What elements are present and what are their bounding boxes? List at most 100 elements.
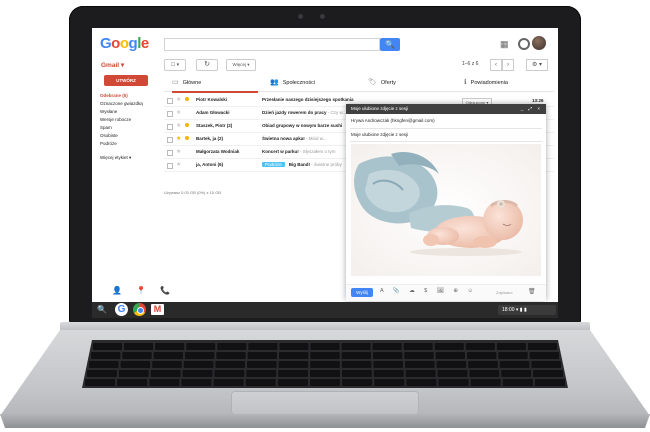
key xyxy=(87,370,117,377)
settings-button[interactable]: ⚙ ▾ xyxy=(526,59,548,71)
tab-2[interactable]: 🏷 Oferty xyxy=(368,75,454,91)
row-checkbox[interactable] xyxy=(167,111,173,117)
star-icon[interactable]: ★ xyxy=(176,120,181,132)
key xyxy=(404,352,434,359)
google-logo[interactable]: Google xyxy=(100,35,149,52)
key xyxy=(124,343,154,350)
search-input[interactable] xyxy=(164,38,380,51)
search-button[interactable]: 🔍 xyxy=(380,38,400,51)
avatar[interactable] xyxy=(532,36,546,50)
importance-icon[interactable] xyxy=(185,162,189,166)
key xyxy=(465,343,495,350)
select-all-button[interactable]: ☐ ▾ xyxy=(164,59,186,71)
tab-icon: 🏷 xyxy=(368,79,377,86)
row-checkbox[interactable] xyxy=(167,137,173,143)
sidebar-item[interactable]: Spam xyxy=(100,124,162,132)
more-button[interactable]: Więcej ▾ xyxy=(226,59,256,71)
trackpad[interactable] xyxy=(232,392,418,414)
refresh-button[interactable]: ↻ xyxy=(196,59,218,71)
logo-letter: g xyxy=(128,35,138,52)
send-button[interactable]: Wyślij xyxy=(351,288,373,297)
prev-page-button[interactable]: ‹ xyxy=(490,59,502,71)
row-subject: Świetna nowa apka! - Miód w... xyxy=(262,133,327,145)
subject-text: Świetna nowa apka! xyxy=(262,136,305,141)
compose-button[interactable]: UTWÓRZ xyxy=(104,75,148,86)
key xyxy=(342,379,373,386)
camera-icon xyxy=(298,14,303,19)
gmail-app-icon[interactable]: M xyxy=(151,304,164,315)
compose-header[interactable]: Moje ulubione zdjęcie z sesji _ ⤢ × xyxy=(346,104,546,114)
launcher-search-icon[interactable]: 🔍 xyxy=(97,305,107,314)
row-subject: Dzień jazdy rowerem do pracy - Czy w... xyxy=(262,107,346,119)
key xyxy=(85,379,116,386)
row-sender: Małgorzata Wodniak xyxy=(196,149,240,154)
apps-grid-icon[interactable]: ▦ xyxy=(500,39,509,50)
sidebar-item[interactable]: Podróże xyxy=(100,140,162,148)
key xyxy=(372,343,402,350)
to-field[interactable]: Hrywa Androwczak (hkngfen@gmail.com) xyxy=(351,118,435,123)
importance-icon[interactable] xyxy=(185,136,189,140)
divider xyxy=(350,128,542,129)
snippet-text: - Czy w... xyxy=(326,110,347,115)
next-page-button[interactable]: › xyxy=(502,59,514,71)
tab-icon: ℹ xyxy=(464,79,467,86)
sidebar-item[interactable]: Osobiste xyxy=(100,132,162,140)
importance-icon[interactable] xyxy=(185,149,189,153)
tab-0[interactable]: ▭ Główne xyxy=(172,75,258,93)
importance-icon[interactable] xyxy=(185,123,189,127)
google-app-icon[interactable]: G xyxy=(115,303,128,316)
divider xyxy=(350,141,542,142)
sidebar-item[interactable]: Odebrane (5) xyxy=(100,92,162,100)
tab-icon: 👥 xyxy=(270,79,279,86)
importance-icon[interactable] xyxy=(185,97,189,101)
key xyxy=(215,361,245,368)
key xyxy=(470,379,501,386)
sidebar-item[interactable]: Wysłane xyxy=(100,108,162,116)
importance-icon[interactable] xyxy=(185,110,189,114)
gmail-menu[interactable]: Gmail ▾ xyxy=(101,61,124,69)
key xyxy=(93,343,123,350)
sidebar-item[interactable]: Wersje robocze xyxy=(100,116,162,124)
key xyxy=(310,361,340,368)
star-icon[interactable]: ★ xyxy=(176,107,181,119)
key xyxy=(245,379,276,386)
subject-text: Obiad grupowy w nowym barze sushi xyxy=(262,123,343,128)
tab-3[interactable]: ℹ Powiadomienia xyxy=(464,75,550,91)
star-icon[interactable]: ★ xyxy=(176,94,181,106)
key xyxy=(469,370,500,377)
key xyxy=(341,352,371,359)
row-checkbox[interactable] xyxy=(167,124,173,130)
row-checkbox[interactable] xyxy=(167,163,173,169)
sidebar: Odebrane (5) Oznaczone gwiazdką Wysłane Wer… xyxy=(100,92,162,162)
star-icon[interactable]: ★ xyxy=(176,146,181,158)
trash-icon[interactable]: 🗑 xyxy=(528,288,536,295)
star-icon[interactable]: ★ xyxy=(176,133,181,145)
sidebar-item[interactable]: Oznaczone gwiazdką xyxy=(100,100,162,108)
row-subject: Przesłanie naszego dzisiejszego spotkani… xyxy=(262,94,354,106)
sidebar-item[interactable]: Więcej etykiet ▾ xyxy=(100,154,162,162)
star-icon[interactable]: ★ xyxy=(176,159,181,171)
key xyxy=(438,379,469,386)
sidebar-bottom-icons[interactable]: 👤 📍 📞 xyxy=(112,286,176,295)
key xyxy=(182,370,213,377)
key xyxy=(279,343,309,350)
key xyxy=(217,343,247,350)
key xyxy=(247,352,277,359)
key xyxy=(153,352,183,359)
snippet-text: - Miód w... xyxy=(304,136,327,141)
keyboard xyxy=(82,340,568,388)
window-controls-icon[interactable]: _ ⤢ × xyxy=(521,104,542,114)
key xyxy=(310,343,340,350)
row-checkbox[interactable] xyxy=(167,150,173,156)
formatting-icons[interactable]: A 📎 ☁ $ 🖼 ⊕ ☺ xyxy=(380,288,477,294)
tab-1[interactable]: 👥 Społeczności xyxy=(270,75,356,91)
compose-title: Moje ulubione zdjęcie z sesji xyxy=(351,106,409,111)
key xyxy=(498,352,528,359)
system-tray[interactable]: 18:00 ▾ ▮ ▮ xyxy=(498,305,556,315)
subject-field[interactable]: Moje ulubione zdjęcie z sesji xyxy=(351,132,408,137)
row-checkbox[interactable] xyxy=(167,98,173,104)
notifications-icon[interactable] xyxy=(518,38,530,50)
compose-window: Moje ulubione zdjęcie z sesji _ ⤢ × Hryw… xyxy=(346,104,546,301)
row-time: 13:26 xyxy=(532,98,544,103)
key xyxy=(247,361,277,368)
